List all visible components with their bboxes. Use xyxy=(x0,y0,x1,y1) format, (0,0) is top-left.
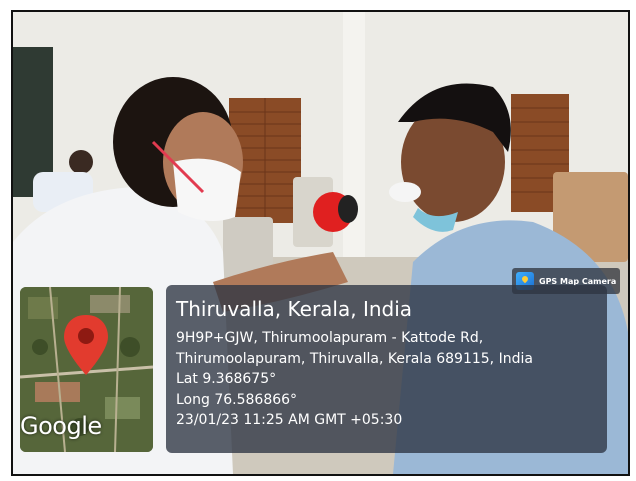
longitude: Long 76.586866° xyxy=(176,391,298,408)
timestamp: 23/01/23 11:25 AM GMT +05:30 xyxy=(176,412,403,428)
location-info-panel: Thiruvalla, Kerala, India 9H9P+GJW, Thir… xyxy=(166,285,607,453)
latitude: Lat 9.368675° xyxy=(176,371,277,387)
location-title: Thiruvalla, Kerala, India xyxy=(176,297,413,321)
address-line-1: 9H9P+GJW, Thirumoolapuram - Kattode Rd, xyxy=(176,330,484,346)
map-thumbnail: Google xyxy=(20,287,153,452)
google-logo: Google xyxy=(20,412,102,440)
address-line-2: Thirumoolapuram, Thiruvalla, Kerala 6891… xyxy=(176,350,533,367)
photo-frame: GPS Map Camera Google Thiruvalla, Kerala… xyxy=(0,0,636,481)
